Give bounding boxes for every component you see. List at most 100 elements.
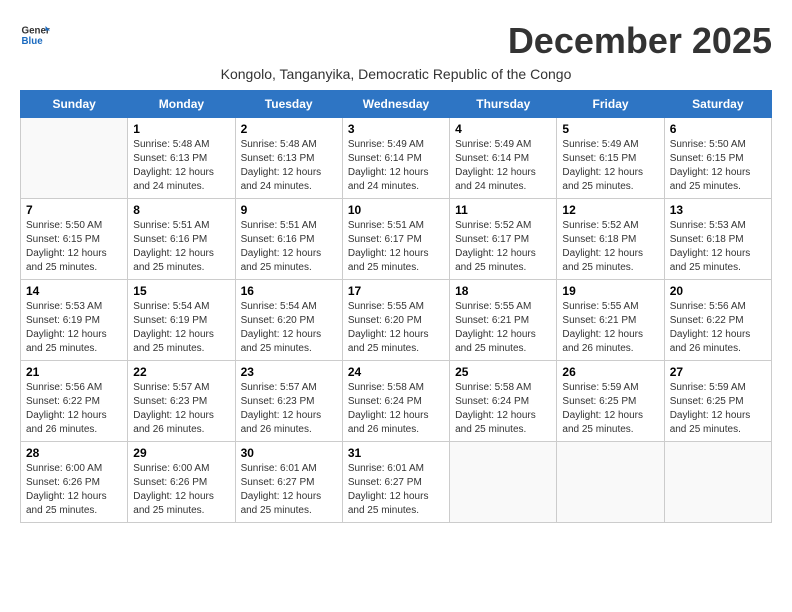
day-info: Sunrise: 6:00 AMSunset: 6:26 PMDaylight:… bbox=[133, 462, 229, 518]
calendar-cell: 2 Sunrise: 5:48 AMSunset: 6:13 PMDaylight… bbox=[235, 118, 342, 199]
day-info: Sunrise: 5:48 AMSunset: 6:13 PMDaylight:… bbox=[241, 138, 337, 194]
day-number: 5 bbox=[562, 122, 658, 136]
day-number: 16 bbox=[241, 284, 337, 298]
day-number: 6 bbox=[670, 122, 766, 136]
calendar-cell: 28 Sunrise: 6:00 AMSunset: 6:26 PMDayligh… bbox=[21, 442, 128, 523]
day-number: 26 bbox=[562, 365, 658, 379]
day-info: Sunrise: 6:01 AMSunset: 6:27 PMDaylight:… bbox=[241, 462, 337, 518]
calendar-cell: 18 Sunrise: 5:55 AMSunset: 6:21 PMDayligh… bbox=[450, 280, 557, 361]
calendar-cell: 12 Sunrise: 5:52 AMSunset: 6:18 PMDayligh… bbox=[557, 199, 664, 280]
day-number: 28 bbox=[26, 446, 122, 460]
day-info: Sunrise: 5:51 AMSunset: 6:16 PMDaylight:… bbox=[241, 219, 337, 275]
calendar-cell: 9 Sunrise: 5:51 AMSunset: 6:16 PMDaylight… bbox=[235, 199, 342, 280]
day-number: 31 bbox=[348, 446, 444, 460]
day-info: Sunrise: 5:49 AMSunset: 6:15 PMDaylight:… bbox=[562, 138, 658, 194]
day-number: 17 bbox=[348, 284, 444, 298]
day-number: 23 bbox=[241, 365, 337, 379]
day-number: 14 bbox=[26, 284, 122, 298]
day-info: Sunrise: 5:53 AMSunset: 6:18 PMDaylight:… bbox=[670, 219, 766, 275]
day-info: Sunrise: 5:55 AMSunset: 6:21 PMDaylight:… bbox=[562, 300, 658, 356]
calendar-cell: 11 Sunrise: 5:52 AMSunset: 6:17 PMDayligh… bbox=[450, 199, 557, 280]
calendar-cell: 25 Sunrise: 5:58 AMSunset: 6:24 PMDayligh… bbox=[450, 361, 557, 442]
weekday-header-sunday: Sunday bbox=[21, 91, 128, 118]
day-number: 11 bbox=[455, 203, 551, 217]
day-number: 10 bbox=[348, 203, 444, 217]
day-info: Sunrise: 5:52 AMSunset: 6:18 PMDaylight:… bbox=[562, 219, 658, 275]
day-number: 20 bbox=[670, 284, 766, 298]
calendar-cell: 15 Sunrise: 5:54 AMSunset: 6:19 PMDayligh… bbox=[128, 280, 235, 361]
day-number: 9 bbox=[241, 203, 337, 217]
day-info: Sunrise: 5:50 AMSunset: 6:15 PMDaylight:… bbox=[670, 138, 766, 194]
weekday-header-thursday: Thursday bbox=[450, 91, 557, 118]
calendar-cell: 19 Sunrise: 5:55 AMSunset: 6:21 PMDayligh… bbox=[557, 280, 664, 361]
day-info: Sunrise: 5:55 AMSunset: 6:21 PMDaylight:… bbox=[455, 300, 551, 356]
day-info: Sunrise: 6:01 AMSunset: 6:27 PMDaylight:… bbox=[348, 462, 444, 518]
day-number: 8 bbox=[133, 203, 229, 217]
calendar-cell: 4Sunrise: 5:49 AMSunset: 6:14 PMDaylight… bbox=[450, 118, 557, 199]
day-info: Sunrise: 5:59 AMSunset: 6:25 PMDaylight:… bbox=[670, 381, 766, 437]
day-info: Sunrise: 5:56 AMSunset: 6:22 PMDaylight:… bbox=[670, 300, 766, 356]
day-info: Sunrise: 5:57 AMSunset: 6:23 PMDaylight:… bbox=[241, 381, 337, 437]
day-info: Sunrise: 5:50 AMSunset: 6:15 PMDaylight:… bbox=[26, 219, 122, 275]
day-number: 18 bbox=[455, 284, 551, 298]
day-number: 12 bbox=[562, 203, 658, 217]
calendar-cell: 29 Sunrise: 6:00 AMSunset: 6:26 PMDayligh… bbox=[128, 442, 235, 523]
calendar-cell: 20 Sunrise: 5:56 AMSunset: 6:22 PMDayligh… bbox=[664, 280, 771, 361]
day-info: Sunrise: 5:51 AMSunset: 6:16 PMDaylight:… bbox=[133, 219, 229, 275]
calendar-cell: 16 Sunrise: 5:54 AMSunset: 6:20 PMDayligh… bbox=[235, 280, 342, 361]
calendar-cell bbox=[450, 442, 557, 523]
day-number: 1 bbox=[133, 122, 229, 136]
weekday-header-saturday: Saturday bbox=[664, 91, 771, 118]
calendar-cell: 27Sunrise: 5:59 AMSunset: 6:25 PMDayligh… bbox=[664, 361, 771, 442]
day-number: 13 bbox=[670, 203, 766, 217]
day-info: Sunrise: 5:54 AMSunset: 6:19 PMDaylight:… bbox=[133, 300, 229, 356]
calendar-cell: 1 Sunrise: 5:48 AMSunset: 6:13 PMDaylight… bbox=[128, 118, 235, 199]
svg-text:Blue: Blue bbox=[22, 36, 44, 47]
weekday-header-tuesday: Tuesday bbox=[235, 91, 342, 118]
day-number: 3 bbox=[348, 122, 444, 136]
calendar-cell bbox=[664, 442, 771, 523]
calendar-cell: 26Sunrise: 5:59 AMSunset: 6:25 PMDayligh… bbox=[557, 361, 664, 442]
calendar-cell: 7 Sunrise: 5:50 AMSunset: 6:15 PMDaylight… bbox=[21, 199, 128, 280]
day-info: Sunrise: 5:52 AMSunset: 6:17 PMDaylight:… bbox=[455, 219, 551, 275]
day-info: Sunrise: 5:58 AMSunset: 6:24 PMDaylight:… bbox=[348, 381, 444, 437]
day-info: Sunrise: 5:57 AMSunset: 6:23 PMDaylight:… bbox=[133, 381, 229, 437]
calendar-cell: 30 Sunrise: 6:01 AMSunset: 6:27 PMDayligh… bbox=[235, 442, 342, 523]
day-number: 7 bbox=[26, 203, 122, 217]
day-info: Sunrise: 5:56 AMSunset: 6:22 PMDaylight:… bbox=[26, 381, 122, 437]
day-number: 30 bbox=[241, 446, 337, 460]
day-number: 15 bbox=[133, 284, 229, 298]
month-title: December 2025 bbox=[508, 20, 772, 62]
weekday-header-monday: Monday bbox=[128, 91, 235, 118]
calendar-cell: 22 Sunrise: 5:57 AMSunset: 6:23 PMDayligh… bbox=[128, 361, 235, 442]
day-number: 19 bbox=[562, 284, 658, 298]
calendar-cell bbox=[557, 442, 664, 523]
day-number: 22 bbox=[133, 365, 229, 379]
weekday-header-wednesday: Wednesday bbox=[342, 91, 449, 118]
calendar-cell: 3 Sunrise: 5:49 AMSunset: 6:14 PMDaylight… bbox=[342, 118, 449, 199]
calendar-cell: 23 Sunrise: 5:57 AMSunset: 6:23 PMDayligh… bbox=[235, 361, 342, 442]
day-number: 25 bbox=[455, 365, 551, 379]
day-number: 2 bbox=[241, 122, 337, 136]
calendar-subtitle: Kongolo, Tanganyika, Democratic Republic… bbox=[20, 66, 772, 82]
day-info: Sunrise: 5:51 AMSunset: 6:17 PMDaylight:… bbox=[348, 219, 444, 275]
day-info: Sunrise: 5:55 AMSunset: 6:20 PMDaylight:… bbox=[348, 300, 444, 356]
calendar-table: SundayMondayTuesdayWednesdayThursdayFrid… bbox=[20, 90, 772, 523]
day-info: Sunrise: 5:54 AMSunset: 6:20 PMDaylight:… bbox=[241, 300, 337, 356]
day-info: Sunrise: 5:48 AMSunset: 6:13 PMDaylight:… bbox=[133, 138, 229, 194]
calendar-cell: 13 Sunrise: 5:53 AMSunset: 6:18 PMDayligh… bbox=[664, 199, 771, 280]
day-info: Sunrise: 5:58 AMSunset: 6:24 PMDaylight:… bbox=[455, 381, 551, 437]
calendar-cell bbox=[21, 118, 128, 199]
calendar-cell: 24 Sunrise: 5:58 AMSunset: 6:24 PMDayligh… bbox=[342, 361, 449, 442]
day-info: Sunrise: 6:00 AMSunset: 6:26 PMDaylight:… bbox=[26, 462, 122, 518]
day-number: 29 bbox=[133, 446, 229, 460]
day-info: Sunrise: 5:49 AMSunset: 6:14 PMDaylight:… bbox=[348, 138, 444, 194]
weekday-header-friday: Friday bbox=[557, 91, 664, 118]
day-number: 24 bbox=[348, 365, 444, 379]
calendar-cell: 17 Sunrise: 5:55 AMSunset: 6:20 PMDayligh… bbox=[342, 280, 449, 361]
calendar-cell: 31 Sunrise: 6:01 AMSunset: 6:27 PMDayligh… bbox=[342, 442, 449, 523]
calendar-cell: 6 Sunrise: 5:50 AMSunset: 6:15 PMDaylight… bbox=[664, 118, 771, 199]
day-info: Sunrise: 5:53 AMSunset: 6:19 PMDaylight:… bbox=[26, 300, 122, 356]
calendar-cell: 8 Sunrise: 5:51 AMSunset: 6:16 PMDaylight… bbox=[128, 199, 235, 280]
calendar-cell: 14 Sunrise: 5:53 AMSunset: 6:19 PMDayligh… bbox=[21, 280, 128, 361]
